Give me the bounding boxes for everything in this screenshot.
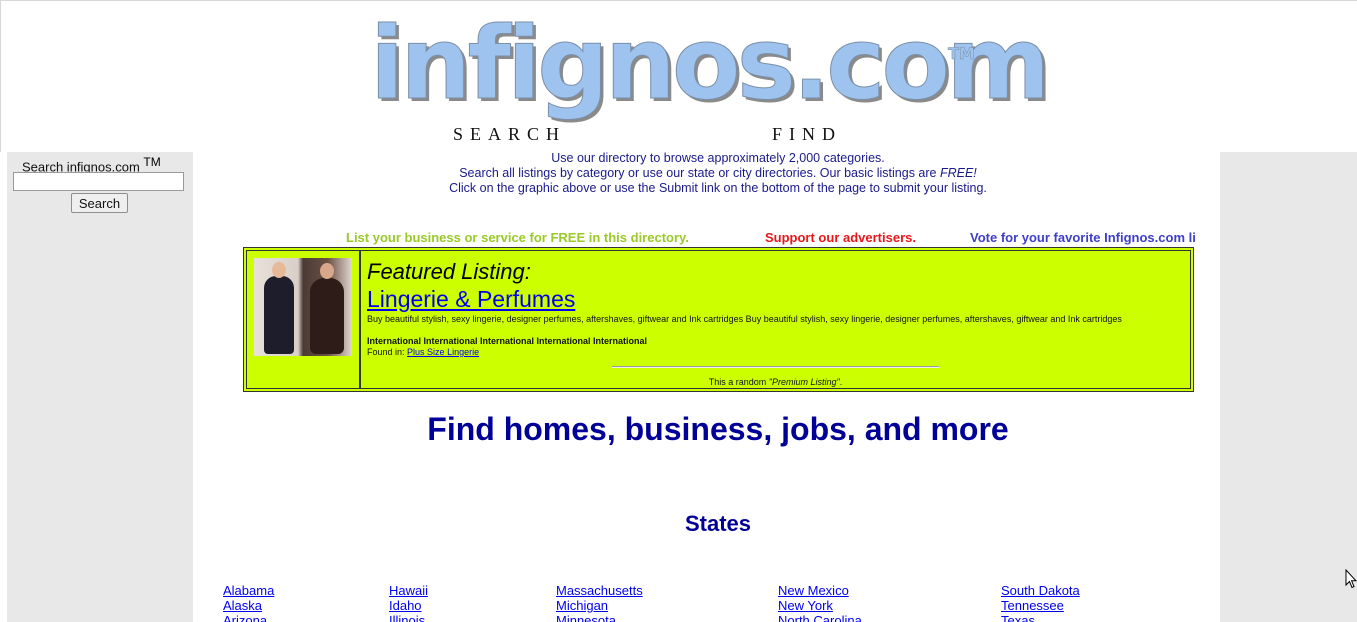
featured-listing-title-link[interactable]: Lingerie & Perfumes	[367, 286, 575, 313]
main-heading: Find homes, business, jobs, and more	[427, 411, 1009, 447]
featured-random-note: This a random "Premium Listing".	[361, 377, 1190, 387]
featured-listing-box: Featured Listing: Lingerie & Perfumes Bu…	[243, 247, 1194, 392]
state-link[interactable]: New Mexico	[778, 583, 862, 598]
intro-free-emphasis: FREE!	[939, 166, 977, 180]
state-link[interactable]: Hawaii	[389, 583, 428, 598]
right-sidebar	[1220, 152, 1357, 622]
state-link[interactable]: South Dakota	[1001, 583, 1080, 598]
state-link[interactable]: Illinois	[389, 613, 428, 622]
featured-listing-description: Buy beautiful stylish, sexy lingerie, de…	[367, 314, 1122, 324]
marquee-vote: Vote for your favorite Infignos.com li	[970, 230, 1196, 245]
state-link[interactable]: Arizona	[223, 613, 274, 622]
model-face-left	[272, 262, 286, 278]
left-border	[0, 0, 1, 152]
scrolling-marquee: List your business or service for FREE i…	[193, 230, 1220, 248]
featured-divider	[612, 366, 939, 368]
tagline-search: SEARCH	[453, 124, 567, 144]
left-sidebar	[7, 152, 193, 622]
featured-image-cell	[246, 250, 360, 389]
random-note-suffix: .	[839, 377, 843, 387]
states-column-5: South Dakota Tennessee Texas	[1001, 583, 1080, 622]
model-face-right	[320, 263, 334, 279]
featured-found-in: Found in: Plus Size Lingerie	[367, 347, 479, 357]
top-border	[0, 0, 1357, 1]
found-in-label: Found in:	[367, 347, 405, 357]
logo-trademark: TM	[948, 44, 975, 64]
states-column-3: Massachusetts Michigan Minnesota	[556, 583, 643, 622]
found-in-category-link[interactable]: Plus Size Lingerie	[407, 347, 479, 357]
logo-wordmark: infignos.com	[369, 5, 1050, 122]
intro-line-2-text: Search all listings by category or use o…	[459, 166, 940, 180]
search-input[interactable]	[13, 172, 184, 191]
featured-listing-regions: International International Internationa…	[367, 336, 648, 346]
model-figure-right	[310, 278, 344, 354]
state-link[interactable]: Texas	[1001, 613, 1080, 622]
random-note-prefix: This a random	[708, 377, 769, 387]
intro-line-3: Click on the graphic above or use the Su…	[449, 181, 987, 195]
intro-text: Use our directory to browse approximatel…	[193, 151, 1243, 196]
page: infignos.com TM SEARCH FIND Search infig…	[0, 0, 1357, 622]
states-column-4: New Mexico New York North Carolina	[778, 583, 862, 622]
search-button[interactable]: Search	[71, 193, 128, 213]
state-link[interactable]: New York	[778, 598, 862, 613]
state-link[interactable]: Idaho	[389, 598, 428, 613]
state-link[interactable]: Michigan	[556, 598, 643, 613]
state-link[interactable]: Alaska	[223, 598, 274, 613]
states-column-1: Alabama Alaska Arizona	[223, 583, 274, 622]
featured-text-cell: Featured Listing: Lingerie & Perfumes Bu…	[360, 250, 1191, 389]
state-link[interactable]: Alabama	[223, 583, 274, 598]
featured-listing-image[interactable]	[254, 258, 352, 356]
intro-line-1: Use our directory to browse approximatel…	[551, 151, 885, 165]
mouse-cursor-icon	[1345, 569, 1357, 589]
state-link[interactable]: Tennessee	[1001, 598, 1080, 613]
states-column-2: Hawaii Idaho Illinois	[389, 583, 428, 622]
site-logo[interactable]: infignos.com TM	[369, 13, 1050, 124]
state-link[interactable]: North Carolina	[778, 613, 862, 622]
random-note-emphasis: "Premium Listing"	[768, 377, 840, 387]
state-link[interactable]: Massachusetts	[556, 583, 643, 598]
state-link[interactable]: Minnesota	[556, 613, 643, 622]
intro-line-2: Search all listings by category or use o…	[193, 166, 1243, 181]
marquee-support-advertisers: Support our advertisers.	[765, 230, 916, 245]
marquee-free-listing: List your business or service for FREE i…	[346, 230, 689, 245]
tagline-find: FIND	[772, 124, 843, 144]
featured-listing-heading: Featured Listing:	[367, 259, 531, 284]
model-figure-left	[264, 276, 294, 354]
search-trademark: TM	[143, 155, 161, 169]
states-heading: States	[684, 511, 752, 536]
